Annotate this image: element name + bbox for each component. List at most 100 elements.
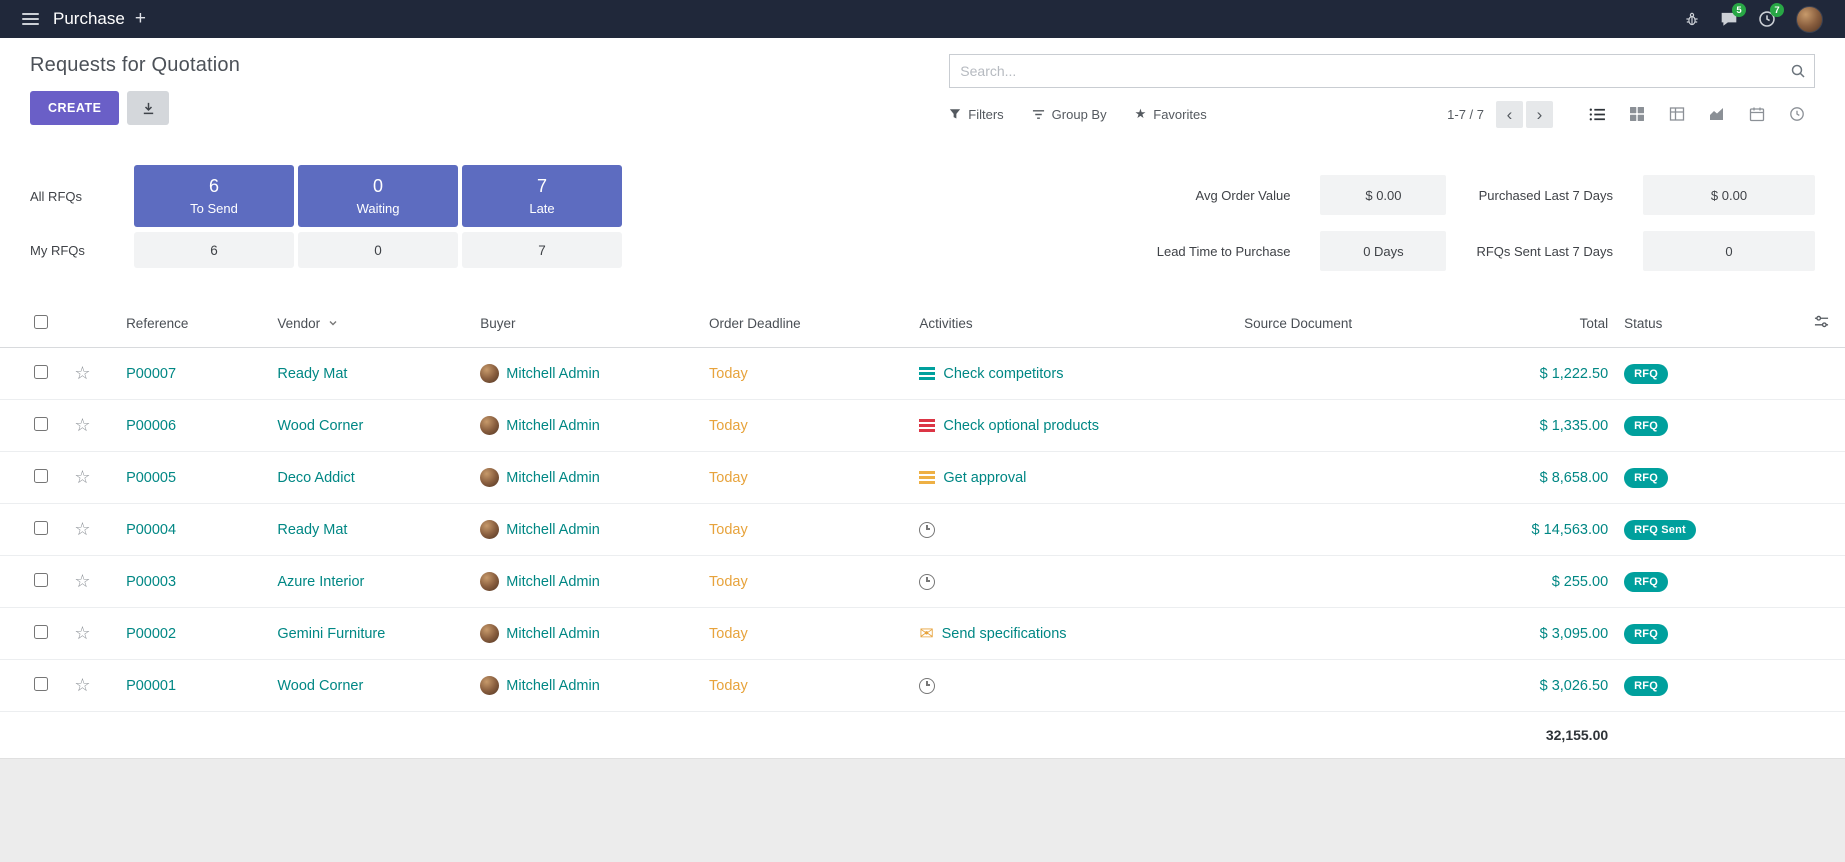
row-vendor[interactable]: Azure Interior — [269, 556, 472, 608]
row-checkbox[interactable] — [34, 625, 48, 639]
pager-next-button[interactable]: › — [1526, 101, 1553, 128]
table-footer-row: 32,155.00 — [0, 712, 1845, 758]
dashboard-stats: Avg Order Value $ 0.00 Purchased Last 7 … — [1157, 175, 1815, 271]
row-buyer-name[interactable]: Mitchell Admin — [506, 470, 599, 486]
clock-icon — [919, 574, 935, 590]
row-checkbox[interactable] — [34, 573, 48, 587]
mail-icon — [919, 625, 933, 643]
row-checkbox[interactable] — [34, 469, 48, 483]
pager-previous-button[interactable]: ‹ — [1496, 101, 1523, 128]
create-button[interactable]: CREATE — [30, 91, 119, 125]
header-status[interactable]: Status — [1616, 299, 1756, 348]
kanban-view-button[interactable] — [1619, 99, 1655, 129]
activity-button[interactable] — [919, 556, 1228, 607]
export-button[interactable] — [127, 91, 169, 125]
row-buyer-name[interactable]: Mitchell Admin — [506, 418, 599, 434]
footer-total: 32,155.00 — [1458, 712, 1617, 758]
row-vendor[interactable]: Deco Addict — [269, 452, 472, 504]
header-activities[interactable]: Activities — [911, 299, 1236, 348]
filters-button[interactable]: Filters — [949, 106, 1003, 122]
row-buyer-name[interactable]: Mitchell Admin — [506, 366, 599, 382]
activities-button[interactable]: 7 — [1750, 0, 1784, 38]
row-reference[interactable]: P00003 — [118, 556, 269, 608]
row-vendor[interactable]: Wood Corner — [269, 400, 472, 452]
row-buyer-name[interactable]: Mitchell Admin — [506, 678, 599, 694]
row-buyer-name[interactable]: Mitchell Admin — [506, 626, 599, 642]
search-input[interactable] — [949, 54, 1815, 88]
activity-button[interactable]: Send specifications — [919, 608, 1228, 659]
favorite-star-icon[interactable]: ☆ — [74, 363, 90, 383]
kpi-to-send-button[interactable]: 6 To Send — [134, 165, 294, 227]
activity-button[interactable]: Get approval — [919, 452, 1228, 503]
row-checkbox[interactable] — [34, 521, 48, 535]
row-activity-label: Check optional products — [943, 418, 1099, 434]
my-waiting-button[interactable]: 0 — [298, 232, 458, 268]
row-reference[interactable]: P00006 — [118, 400, 269, 452]
row-reference[interactable]: P00005 — [118, 452, 269, 504]
table-row[interactable]: ☆ P00007 Ready Mat Mitchell Admin Today … — [0, 348, 1845, 400]
favorite-star-icon[interactable]: ☆ — [74, 467, 90, 487]
header-order-deadline[interactable]: Order Deadline — [701, 299, 911, 348]
app-name[interactable]: Purchase — [53, 9, 125, 29]
row-checkbox[interactable] — [34, 365, 48, 379]
favorites-button[interactable]: ★ Favorites — [1135, 106, 1207, 122]
group-by-button[interactable]: Group By — [1032, 106, 1107, 122]
graph-view-button[interactable] — [1699, 99, 1735, 129]
apps-menu-button[interactable] — [14, 0, 47, 38]
row-buyer-name[interactable]: Mitchell Admin — [506, 574, 599, 590]
favorite-star-icon[interactable]: ☆ — [74, 623, 90, 643]
favorite-star-icon[interactable]: ☆ — [74, 519, 90, 539]
kpi-late-button[interactable]: 7 Late — [462, 165, 622, 227]
my-to-send-button[interactable]: 6 — [134, 232, 294, 268]
row-reference[interactable]: P00007 — [118, 348, 269, 400]
pivot-view-button[interactable] — [1659, 99, 1695, 129]
activity-view-button[interactable] — [1779, 99, 1815, 129]
header-vendor[interactable]: Vendor — [277, 316, 320, 331]
kpi-waiting-label: Waiting — [357, 201, 400, 216]
row-reference[interactable]: P00001 — [118, 660, 269, 712]
row-vendor[interactable]: Wood Corner — [269, 660, 472, 712]
row-deadline: Today — [701, 452, 911, 504]
calendar-view-button[interactable] — [1739, 99, 1775, 129]
chevron-down-icon[interactable] — [328, 318, 338, 328]
table-row[interactable]: ☆ P00001 Wood Corner Mitchell Admin Toda… — [0, 660, 1845, 712]
kpi-waiting-button[interactable]: 0 Waiting — [298, 165, 458, 227]
table-row[interactable]: ☆ P00004 Ready Mat Mitchell Admin Today … — [0, 504, 1845, 556]
my-late-button[interactable]: 7 — [462, 232, 622, 268]
row-vendor[interactable]: Gemini Furniture — [269, 608, 472, 660]
row-reference[interactable]: P00002 — [118, 608, 269, 660]
table-row[interactable]: ☆ P00002 Gemini Furniture Mitchell Admin… — [0, 608, 1845, 660]
user-menu-button[interactable] — [1788, 0, 1831, 38]
row-buyer-name[interactable]: Mitchell Admin — [506, 522, 599, 538]
header-total[interactable]: Total — [1458, 299, 1617, 348]
row-reference[interactable]: P00004 — [118, 504, 269, 556]
debug-button[interactable] — [1676, 0, 1708, 38]
buyer-avatar — [480, 624, 499, 643]
header-buyer[interactable]: Buyer — [472, 299, 701, 348]
header-source-document[interactable]: Source Document — [1236, 299, 1457, 348]
optional-columns-button[interactable] — [1814, 314, 1829, 329]
row-vendor[interactable]: Ready Mat — [269, 348, 472, 400]
buyer-avatar — [480, 520, 499, 539]
search-icon[interactable] — [1790, 63, 1806, 79]
table-row[interactable]: ☆ P00005 Deco Addict Mitchell Admin Toda… — [0, 452, 1845, 504]
new-tab-button[interactable]: + — [135, 8, 146, 30]
favorite-star-icon[interactable]: ☆ — [74, 415, 90, 435]
list-view-button[interactable] — [1579, 99, 1615, 129]
activity-button[interactable] — [919, 660, 1228, 711]
header-reference[interactable]: Reference — [118, 299, 269, 348]
activity-button[interactable]: Check competitors — [919, 348, 1228, 399]
select-all-checkbox[interactable] — [34, 315, 48, 329]
row-checkbox[interactable] — [34, 677, 48, 691]
activity-button[interactable]: Check optional products — [919, 400, 1228, 451]
favorite-star-icon[interactable]: ☆ — [74, 571, 90, 591]
activity-button[interactable] — [919, 504, 1228, 555]
kpi-waiting-count: 0 — [373, 176, 383, 197]
tasks-icon — [919, 367, 935, 380]
messages-button[interactable]: 5 — [1712, 0, 1746, 38]
row-vendor[interactable]: Ready Mat — [269, 504, 472, 556]
favorite-star-icon[interactable]: ☆ — [74, 675, 90, 695]
table-row[interactable]: ☆ P00003 Azure Interior Mitchell Admin T… — [0, 556, 1845, 608]
table-row[interactable]: ☆ P00006 Wood Corner Mitchell Admin Toda… — [0, 400, 1845, 452]
row-checkbox[interactable] — [34, 417, 48, 431]
